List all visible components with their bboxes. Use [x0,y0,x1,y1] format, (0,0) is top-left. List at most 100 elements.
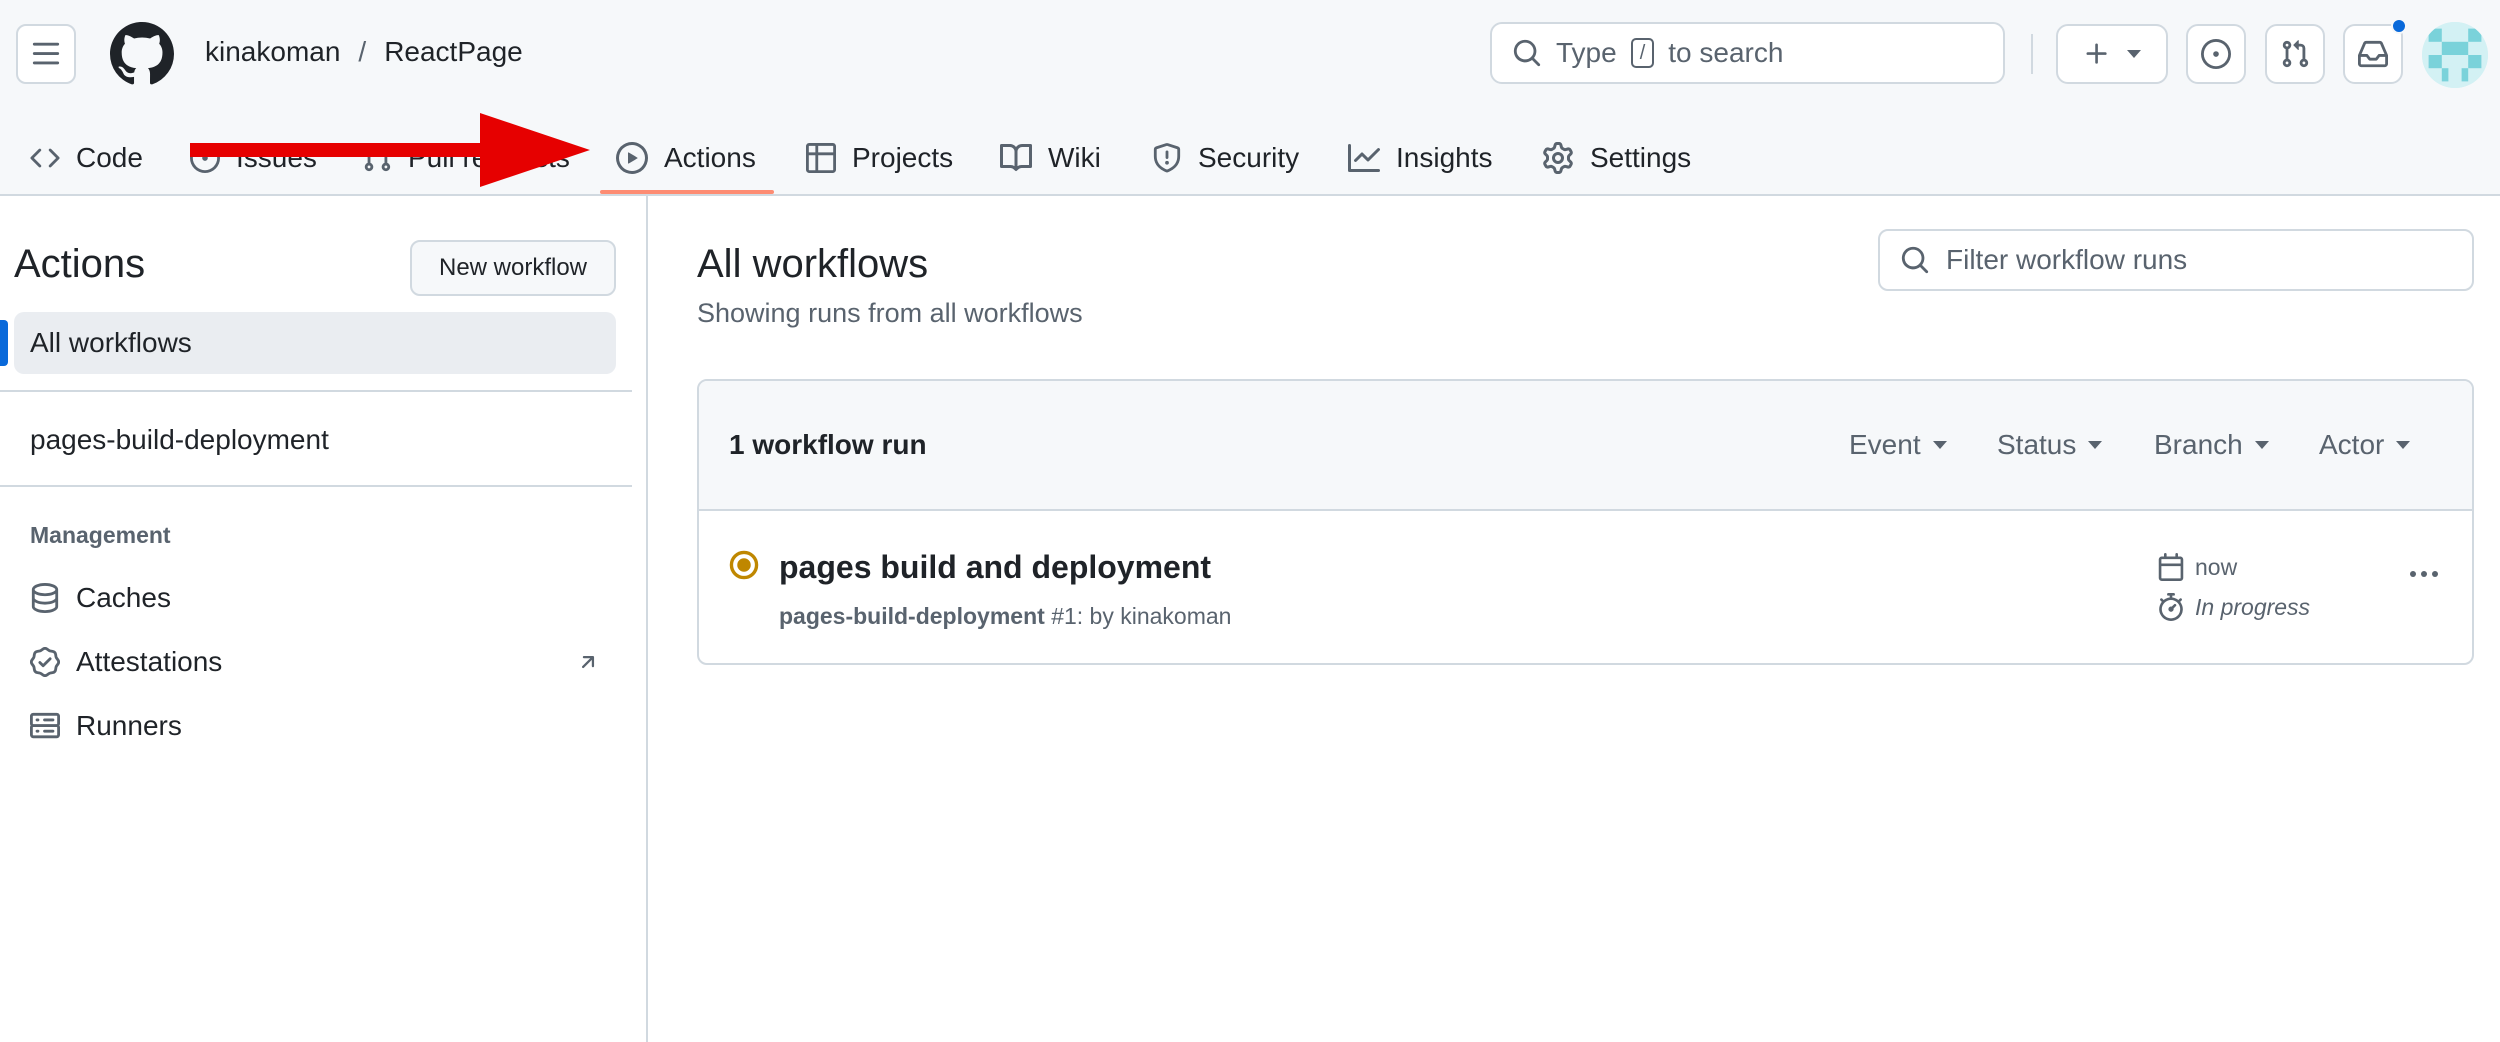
chevron-down-icon [2396,441,2411,449]
active-item-indicator [0,320,8,366]
play-icon [616,142,648,174]
run-meta: pages-build-deployment #1: by kinakoman [779,603,1231,630]
search-prefix: Type [1556,37,1617,68]
gear-icon [1543,142,1573,174]
actor-filter-dropdown[interactable]: Actor [2319,429,2411,461]
run-duration: In progress [2157,593,2310,621]
tab-wiki[interactable]: Wiki [1000,120,1101,196]
page-title: All workflows [697,242,929,286]
shield-icon [1153,143,1181,173]
avatar[interactable] [2422,22,2488,88]
plus-icon [2086,43,2107,64]
pull-request-icon [2282,40,2309,68]
breadcrumb: kinakoman / ReactPage [205,36,523,68]
sidebar-item-runners[interactable]: Runners [30,710,182,742]
sidebar-divider [0,485,632,487]
filter-label: Status [1997,429,2077,460]
filter-placeholder: Filter workflow runs [1946,244,2188,275]
sidebar-item-label: Caches [76,582,171,613]
actions-sidebar: Actions New workflow All workflows pages… [0,196,648,1042]
filter-label: Event [1849,429,1921,460]
sidebar-item-label: Attestations [76,646,223,677]
create-new-button[interactable] [2056,24,2168,84]
issue-icon [2201,39,2231,69]
issues-button[interactable] [2186,24,2246,84]
page-subtitle: Showing runs from all workflows [697,298,1083,328]
identicon-icon [2422,22,2488,88]
workflow-runs-list: 1 workflow run Event Status Branch Actor… [697,379,2474,665]
search-icon [1513,39,1541,67]
annotation-arrow-icon [190,113,590,187]
status-filter-dropdown[interactable]: Status [1997,429,2103,461]
sidebar-item-attestations[interactable]: Attestations [30,646,600,678]
chevron-down-icon [1932,441,1947,449]
tab-label: Code [76,142,143,173]
stopwatch-icon [2159,593,2183,621]
chevron-down-icon [2254,441,2269,449]
filter-label: Branch [2154,429,2243,460]
inbox-icon [2358,40,2388,68]
verified-icon [30,647,60,677]
search-suffix: to search [1668,37,1784,68]
external-link-arrow-icon [581,656,595,669]
repo-link[interactable]: ReactPage [384,36,523,68]
event-filter-dropdown[interactable]: Event [1849,429,1947,461]
sidebar-item-caches[interactable]: Caches [30,582,171,614]
calendar-icon [2158,553,2184,581]
database-icon [31,583,59,613]
tab-actions[interactable]: Actions [616,120,756,196]
menu-button[interactable] [16,24,76,84]
filter-label: Actor [2319,429,2385,460]
run-timestamp: now [2157,553,2237,581]
search-input[interactable]: Type / to search [1490,22,2005,84]
sidebar-item-label: Runners [76,710,182,741]
run-duration-label: In progress [2195,593,2311,620]
filter-workflow-runs-input[interactable]: Filter workflow runs [1878,229,2474,291]
sidebar-item-workflow[interactable]: pages-build-deployment [30,424,329,456]
search-shortcut-key: / [1630,38,1655,68]
pull-requests-button[interactable] [2265,24,2325,84]
graph-icon [1348,144,1380,172]
sidebar-divider [0,390,632,392]
owner-link[interactable]: kinakoman [205,36,340,68]
search-icon [1901,246,1929,274]
table-icon [806,143,836,173]
run-title-link[interactable]: pages build and deployment [779,549,1211,586]
branch-filter-dropdown[interactable]: Branch [2154,429,2269,461]
notification-dot [2391,18,2407,34]
runs-count: 1 workflow run [729,429,927,460]
github-logo-icon[interactable] [110,22,174,86]
chevron-down-icon [2088,441,2103,449]
tab-label: Insights [1396,142,1493,173]
run-workflow-name: pages-build-deployment [779,603,1045,629]
tab-projects[interactable]: Projects [806,120,953,196]
tab-label: Settings [1590,142,1692,173]
tab-insights[interactable]: Insights [1348,120,1493,196]
server-icon [30,712,60,739]
sidebar-title: Actions [14,242,146,286]
run-number: #1 [1051,603,1077,629]
code-icon [30,148,60,168]
new-workflow-button[interactable]: New workflow [410,240,616,296]
tab-security[interactable]: Security [1152,120,1299,196]
tab-label: Security [1198,142,1300,173]
runs-list-header: 1 workflow run Event Status Branch Actor [699,381,2472,511]
tab-label: Actions [664,142,756,173]
book-icon [1000,143,1032,171]
run-time-label: now [2195,553,2238,580]
management-heading: Management [30,522,171,548]
in-progress-status-icon [729,550,759,580]
active-tab-indicator [600,190,774,194]
run-author: : by kinakoman [1076,603,1232,629]
header-divider [2031,34,2033,74]
tab-label: Wiki [1048,142,1101,173]
tab-label: Projects [852,142,954,173]
tab-settings[interactable]: Settings [1542,120,1691,196]
tab-code[interactable]: Code [30,120,143,196]
breadcrumb-separator: / [358,36,367,67]
inbox-button[interactable] [2343,24,2403,84]
chevron-down-icon [2127,50,2141,58]
hamburger-icon [32,42,60,65]
sidebar-item-all-workflows[interactable]: All workflows [14,312,616,374]
run-options-kebab-icon[interactable] [2399,559,2449,589]
